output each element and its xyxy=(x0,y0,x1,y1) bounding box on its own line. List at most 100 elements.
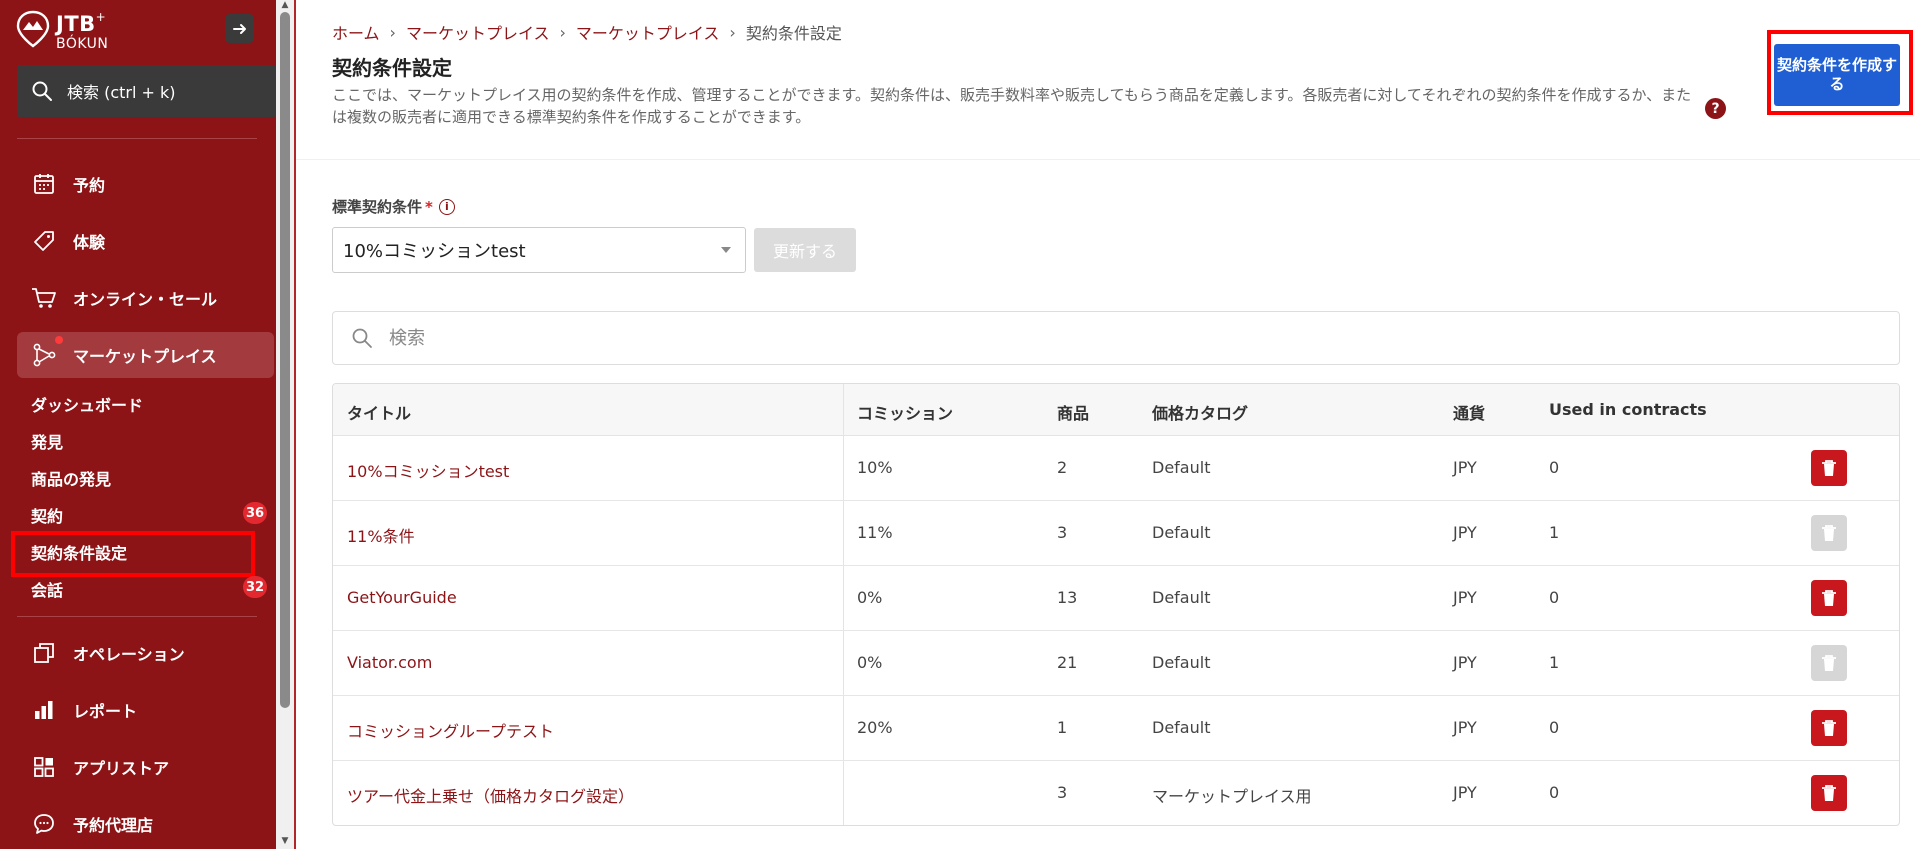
row-commission: 0% xyxy=(857,588,883,607)
standard-terms-label: 標準契約条件 * i xyxy=(332,196,455,217)
row-title-link[interactable]: Viator.com xyxy=(347,653,432,672)
table-search[interactable] xyxy=(332,311,1900,365)
row-catalog: Default xyxy=(1152,588,1211,607)
required-mark: * xyxy=(425,197,433,216)
header-used-in-contracts: Used in contracts xyxy=(1549,400,1707,419)
update-button[interactable]: 更新する xyxy=(754,228,856,272)
row-title-link[interactable]: GetYourGuide xyxy=(347,588,457,607)
logo-title: JTB+ xyxy=(56,10,107,36)
sidebar: JTB+ BÓKUN 検索 (ctrl + k) 予約 体験 オンライン・セール… xyxy=(0,0,276,849)
scroll-down-icon[interactable]: ▼ xyxy=(279,836,291,846)
nav-label: 予約代理店 xyxy=(73,816,154,835)
row-currency: JPY xyxy=(1453,458,1477,477)
row-used: 0 xyxy=(1549,718,1560,737)
row-products: 3 xyxy=(1057,783,1068,802)
scrollbar-thumb[interactable] xyxy=(280,12,290,708)
header-price-catalog: 価格カタログ xyxy=(1152,404,1249,423)
contract-terms-table: タイトル コミッション 商品 価格カタログ 通貨 Used in contrac… xyxy=(332,383,1900,826)
row-catalog: Default xyxy=(1152,523,1211,542)
sidebar-search[interactable]: 検索 (ctrl + k) xyxy=(17,65,276,117)
nav-label: 予約 xyxy=(73,176,106,195)
delete-button[interactable] xyxy=(1811,775,1847,811)
row-products: 1 xyxy=(1057,718,1068,737)
breadcrumb-marketplace-sub[interactable]: マーケットプレイス xyxy=(576,20,720,44)
nav-label: オペレーション xyxy=(73,645,185,664)
row-used: 1 xyxy=(1549,653,1560,672)
table-row[interactable]: GetYourGuide 0% 13 Default JPY 0 xyxy=(333,566,1899,631)
breadcrumb-marketplace[interactable]: マーケットプレイス xyxy=(406,20,550,44)
row-title-link[interactable]: 11%条件 xyxy=(347,523,415,547)
row-catalog: Default xyxy=(1152,653,1211,672)
bar-chart-icon xyxy=(31,697,57,723)
row-commission: 10% xyxy=(857,458,893,477)
collapse-sidebar-button[interactable] xyxy=(225,14,254,43)
info-icon[interactable]: i xyxy=(438,198,455,215)
table-header: タイトル コミッション 商品 価格カタログ 通貨 Used in contrac… xyxy=(333,384,1899,436)
header-currency: 通貨 xyxy=(1453,404,1486,423)
nav-item-experiences[interactable]: 体験 xyxy=(17,218,274,264)
page-title: 契約条件設定 xyxy=(332,56,452,80)
trash-icon xyxy=(1822,460,1836,476)
sub-item-conversations[interactable]: 会話 xyxy=(31,577,63,601)
search-icon xyxy=(352,328,372,348)
arrow-right-icon xyxy=(232,23,246,34)
nav-item-app-store[interactable]: アプリストア xyxy=(17,744,274,790)
logo[interactable]: JTB+ BÓKUN xyxy=(16,8,136,52)
sub-item-dashboard[interactable]: ダッシュボード xyxy=(31,392,143,416)
row-catalog: Default xyxy=(1152,458,1211,477)
row-used: 0 xyxy=(1549,783,1560,802)
scroll-up-icon[interactable]: ▲ xyxy=(279,0,291,10)
table-row[interactable]: ツアー代金上乗せ（価格カタログ設定） 3 マーケットプレイス用 JPY 0 xyxy=(333,761,1899,825)
delete-button[interactable] xyxy=(1811,580,1847,616)
row-title-link[interactable]: ツアー代金上乗せ（価格カタログ設定） xyxy=(347,783,634,807)
create-contract-terms-button[interactable]: 契約条件を作成する xyxy=(1774,44,1900,106)
table-row[interactable]: 11%条件 11% 3 Default JPY 1 xyxy=(333,501,1899,566)
nav-item-reservations[interactable]: 予約 xyxy=(17,161,274,207)
row-currency: JPY xyxy=(1453,653,1477,672)
row-products: 13 xyxy=(1057,588,1078,607)
breadcrumb-separator: › xyxy=(389,22,396,42)
table-row[interactable]: コミッショングループテスト 20% 1 Default JPY 0 xyxy=(333,696,1899,761)
row-currency: JPY xyxy=(1453,588,1477,607)
standard-terms-label-text: 標準契約条件 xyxy=(332,198,423,216)
row-title-link[interactable]: 10%コミッションtest xyxy=(347,458,509,482)
trash-icon xyxy=(1822,720,1836,736)
nav-item-operations[interactable]: オペレーション xyxy=(17,630,274,676)
sidebar-search-label: 検索 (ctrl + k) xyxy=(67,83,176,102)
grid-icon xyxy=(31,754,57,780)
breadcrumb-home[interactable]: ホーム xyxy=(332,20,380,44)
network-icon xyxy=(31,342,57,368)
row-commission: 20% xyxy=(857,718,893,737)
nav-label: オンライン・セール xyxy=(73,290,218,309)
trash-icon xyxy=(1822,785,1836,801)
row-catalog: マーケットプレイス用 xyxy=(1152,787,1312,806)
row-products: 2 xyxy=(1057,458,1068,477)
row-catalog: Default xyxy=(1152,718,1211,737)
row-used: 1 xyxy=(1549,523,1560,542)
table-row[interactable]: 10%コミッションtest 10% 2 Default JPY 0 xyxy=(333,436,1899,501)
nav-item-online-sales[interactable]: オンライン・セール xyxy=(17,275,274,321)
delete-button[interactable] xyxy=(1811,450,1847,486)
sub-item-discover[interactable]: 発見 xyxy=(31,429,63,453)
table-search-input[interactable] xyxy=(389,327,1789,349)
row-commission: 0% xyxy=(857,653,883,672)
nav-label: アプリストア xyxy=(73,759,170,778)
copy-icon xyxy=(31,640,57,666)
notification-dot xyxy=(55,336,63,344)
page-description: ここでは、マーケットプレイス用の契約条件を作成、管理することができます。契約条件… xyxy=(332,86,1692,126)
sidebar-divider xyxy=(17,616,257,617)
nav-item-booking-agents[interactable]: 予約代理店 xyxy=(17,801,274,847)
standard-terms-select[interactable]: 10%コミッションtest xyxy=(332,227,746,273)
row-title-link[interactable]: コミッショングループテスト xyxy=(347,718,554,742)
sub-item-product-discover[interactable]: 商品の発見 xyxy=(31,466,111,490)
help-icon[interactable]: ? xyxy=(1705,98,1726,119)
nav-item-reports[interactable]: レポート xyxy=(17,687,274,733)
nav-item-marketplace[interactable]: マーケットプレイス xyxy=(17,332,274,378)
sub-item-contracts[interactable]: 契約 xyxy=(31,503,63,527)
delete-button[interactable] xyxy=(1811,710,1847,746)
breadcrumb: ホーム › マーケットプレイス › マーケットプレイス › 契約条件設定 xyxy=(332,20,842,44)
table-row[interactable]: Viator.com 0% 21 Default JPY 1 xyxy=(333,631,1899,696)
contracts-count-badge: 36 xyxy=(243,502,267,524)
header-commission: コミッション xyxy=(857,404,954,423)
tag-icon xyxy=(31,228,57,254)
